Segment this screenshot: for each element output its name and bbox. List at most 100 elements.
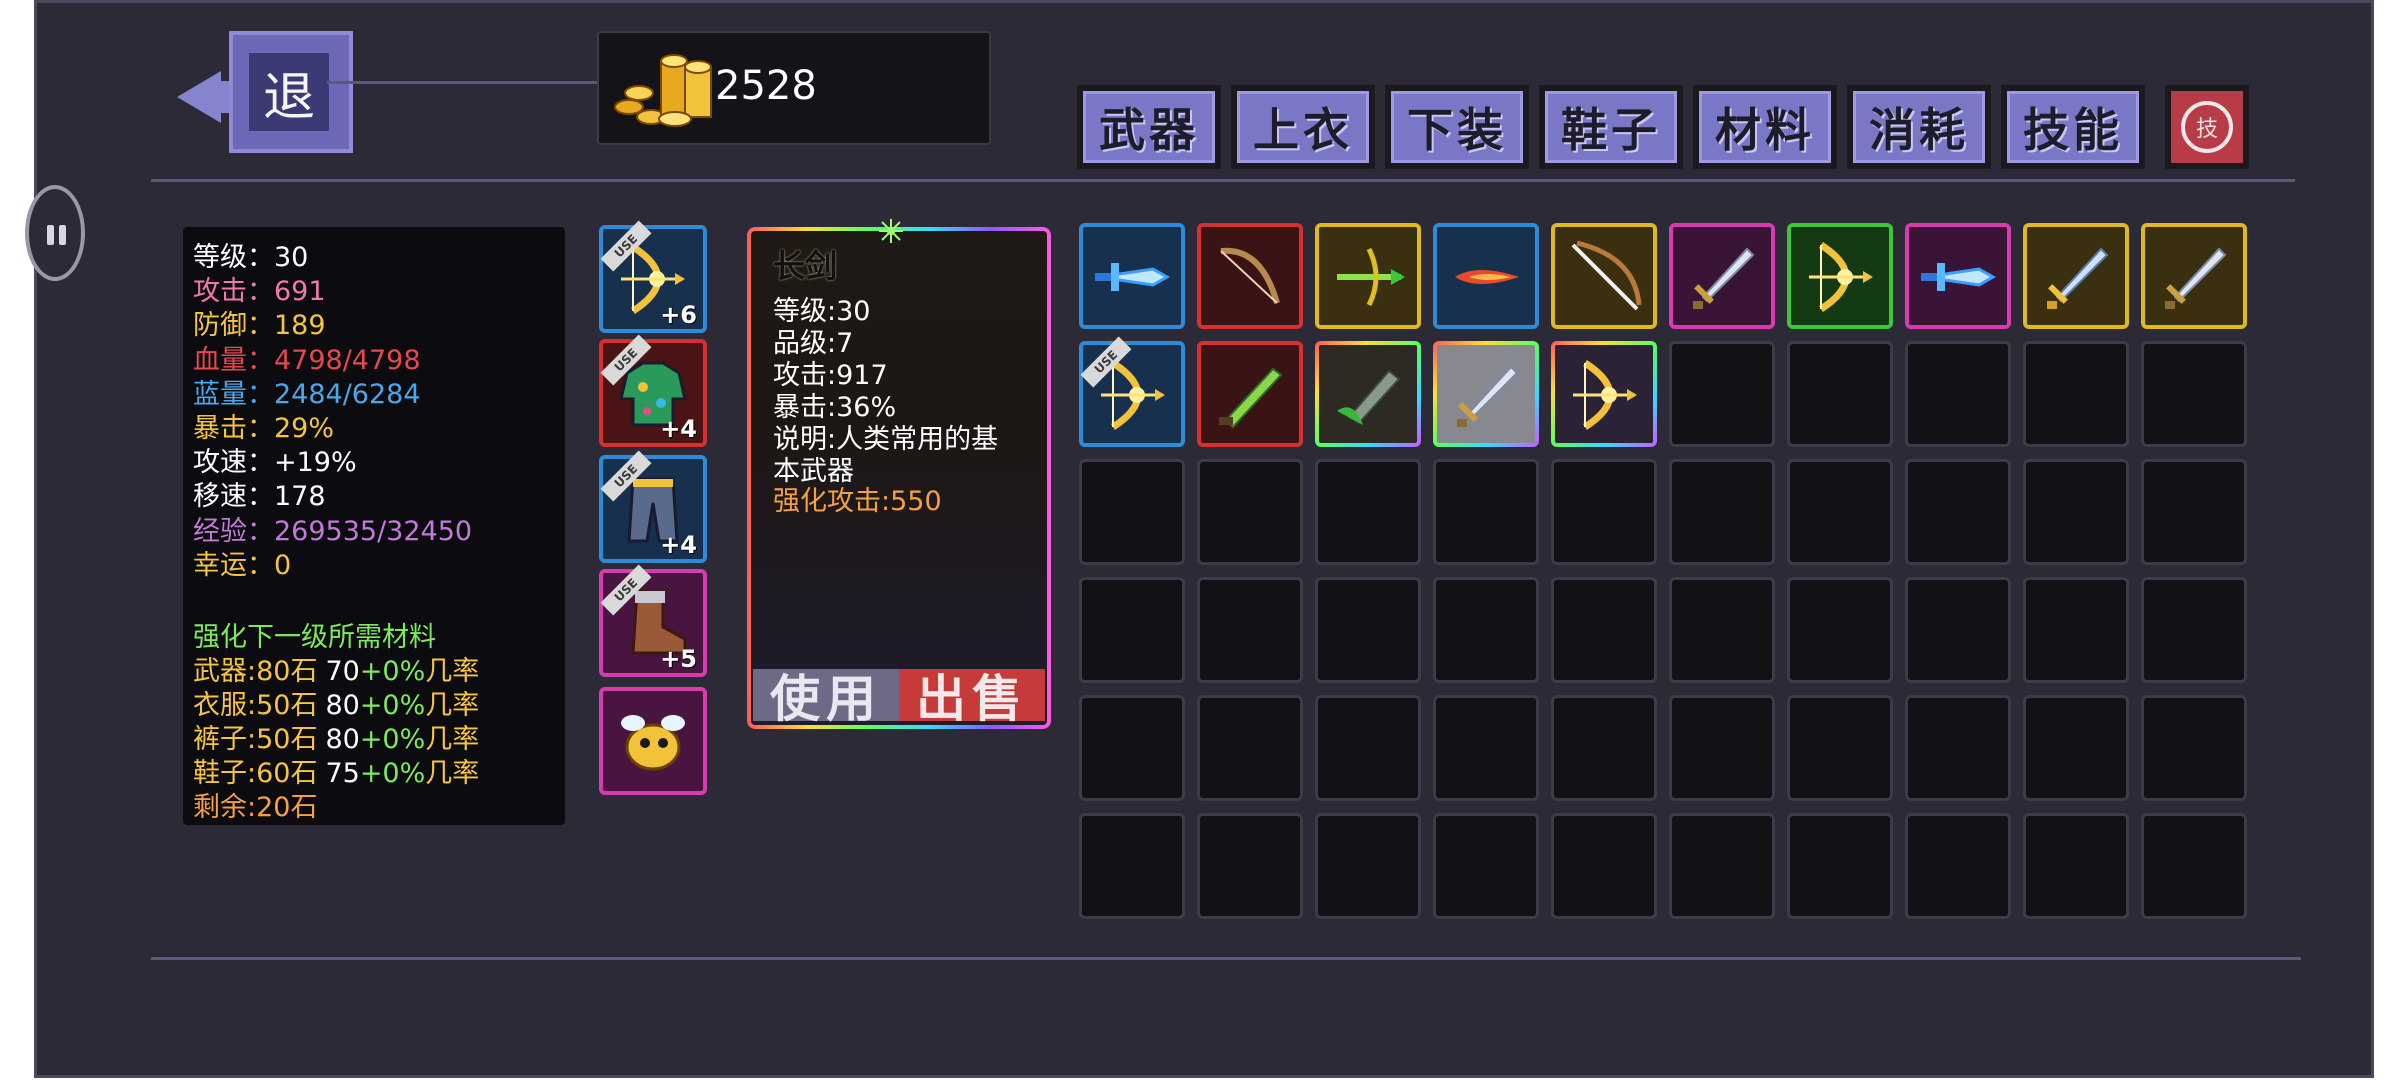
inventory-item-slot[interactable] (2023, 223, 2129, 329)
tab-weapons[interactable]: 武器 (1077, 85, 1221, 169)
inventory-empty-slot[interactable] (1315, 577, 1421, 683)
inventory-item-slot[interactable]: USE (1079, 336, 1185, 447)
inventory-empty-slot[interactable] (1551, 695, 1657, 801)
inventory-empty-slot[interactable] (1787, 341, 1893, 447)
tab-consumables[interactable]: 消耗 (1847, 85, 1991, 169)
inventory-empty-slot[interactable] (1315, 695, 1421, 801)
inventory-empty-slot[interactable] (2141, 577, 2247, 683)
stat-value: 0 (274, 549, 292, 581)
inventory-item-slot[interactable] (1669, 223, 1775, 329)
golden-bow-icon (1801, 237, 1881, 317)
inventory-empty-slot[interactable] (1079, 813, 1185, 919)
inventory-empty-slot[interactable] (1905, 577, 2011, 683)
inventory-empty-slot[interactable] (1905, 695, 2011, 801)
inventory-empty-slot[interactable] (1669, 813, 1775, 919)
inventory-item-slot[interactable] (1079, 223, 1185, 329)
inventory-empty-slot[interactable] (2023, 813, 2129, 919)
silver-sword-icon (1683, 237, 1763, 317)
skill-toggle-button[interactable]: 技 (2165, 85, 2249, 169)
tab-bottoms[interactable]: 下装 (1385, 85, 1529, 169)
enhance-level: +4 (660, 531, 697, 559)
stat-label: 幸运： (193, 549, 274, 581)
pause-bar (59, 225, 66, 245)
inventory-item-slot[interactable] (1197, 341, 1303, 447)
stat-row: 等级：30 (193, 235, 308, 274)
equipped-top-slot[interactable]: USE +4 (599, 334, 707, 447)
equipped-weapon-slot[interactable]: USE +6 (599, 220, 707, 333)
inventory-empty-slot[interactable] (1079, 695, 1185, 801)
inventory-empty-slot[interactable] (1905, 459, 2011, 565)
inventory-empty-slot[interactable] (1315, 813, 1421, 919)
inventory-item-slot[interactable] (1197, 223, 1303, 329)
inventory-item-slot[interactable] (1551, 223, 1657, 329)
tab-shoes[interactable]: 鞋子 (1539, 85, 1683, 169)
use-button[interactable]: 使用 (753, 669, 899, 728)
inventory-empty-slot[interactable] (2141, 341, 2247, 447)
inventory-item-slot[interactable] (1315, 223, 1421, 329)
equipped-pet-slot[interactable] (599, 687, 707, 795)
frost-blade-icon (1919, 237, 1999, 317)
inventory-empty-slot[interactable] (1433, 695, 1539, 801)
inventory-empty-slot[interactable] (1787, 459, 1893, 565)
stat-row: 攻击：691 (193, 269, 326, 308)
tab-tops[interactable]: 上衣 (1231, 85, 1375, 169)
inventory-empty-slot[interactable] (1079, 459, 1185, 565)
inventory-empty-slot[interactable] (1197, 813, 1303, 919)
inventory-item-slot[interactable] (1315, 341, 1421, 447)
pause-handle[interactable] (25, 185, 85, 281)
wooden-bow-icon (1211, 237, 1291, 317)
inventory-empty-slot[interactable] (2023, 341, 2129, 447)
inventory-empty-slot[interactable] (1669, 341, 1775, 447)
inventory-empty-slot[interactable] (1905, 341, 2011, 447)
equipped-bottom-slot[interactable]: USE +4 (599, 450, 707, 563)
stat-value: 269535/32450 (274, 515, 473, 547)
inventory-item-slot[interactable] (2141, 223, 2247, 329)
sell-button[interactable]: 出售 (899, 669, 1045, 728)
inventory-empty-slot[interactable] (1787, 577, 1893, 683)
enhance-level: +4 (660, 415, 697, 443)
inventory-empty-slot[interactable] (1551, 813, 1657, 919)
inventory-empty-slot[interactable] (1433, 577, 1539, 683)
inventory-empty-slot[interactable] (2023, 577, 2129, 683)
tab-materials[interactable]: 材料 (1693, 85, 1837, 169)
inventory-empty-slot[interactable] (2023, 459, 2129, 565)
inventory-empty-slot[interactable] (1433, 459, 1539, 565)
bottom-divider (151, 957, 2301, 960)
tab-skills[interactable]: 技能 (2001, 85, 2145, 169)
inventory-empty-slot[interactable] (1433, 813, 1539, 919)
stat-row: 移速：178 (193, 474, 326, 513)
inventory-empty-slot[interactable] (1787, 813, 1893, 919)
upgrade-base-chance: 75 (325, 758, 360, 789)
gold-amount: 2528 (715, 63, 817, 109)
inventory-empty-slot[interactable] (1787, 695, 1893, 801)
back-button[interactable]: 退 (177, 31, 357, 153)
inventory-empty-slot[interactable] (1551, 459, 1657, 565)
inventory-empty-slot[interactable] (1905, 813, 2011, 919)
inventory-empty-slot[interactable] (1669, 695, 1775, 801)
inventory-empty-slot[interactable] (2141, 459, 2247, 565)
stat-row: 血量：4798/4798 (193, 338, 421, 377)
equipped-shoes-slot[interactable]: USE +5 (599, 564, 707, 677)
golden-sword-icon (2037, 237, 2117, 317)
inventory-empty-slot[interactable] (1315, 459, 1421, 565)
enhance-level: +6 (660, 301, 697, 329)
inventory-empty-slot[interactable] (2141, 695, 2247, 801)
inventory-item-slot[interactable] (1433, 223, 1539, 329)
back-arrow-icon (177, 71, 221, 123)
inventory-empty-slot[interactable] (1197, 577, 1303, 683)
inventory-item-slot[interactable] (1551, 341, 1657, 447)
inventory-item-slot[interactable] (1905, 223, 2011, 329)
upgrade-bonus: +0% (359, 758, 426, 789)
inventory-empty-slot[interactable] (1079, 577, 1185, 683)
golden-bee-pet-icon (613, 701, 693, 781)
inventory-empty-slot[interactable] (1669, 577, 1775, 683)
inventory-item-slot[interactable] (1433, 341, 1539, 447)
inventory-empty-slot[interactable] (1669, 459, 1775, 565)
inventory-item-slot[interactable] (1787, 223, 1893, 329)
inventory-empty-slot[interactable] (1551, 577, 1657, 683)
inventory-empty-slot[interactable] (2141, 813, 2247, 919)
inventory-empty-slot[interactable] (1197, 459, 1303, 565)
inventory-empty-slot[interactable] (1197, 695, 1303, 801)
top-divider (151, 179, 2295, 182)
inventory-empty-slot[interactable] (2023, 695, 2129, 801)
